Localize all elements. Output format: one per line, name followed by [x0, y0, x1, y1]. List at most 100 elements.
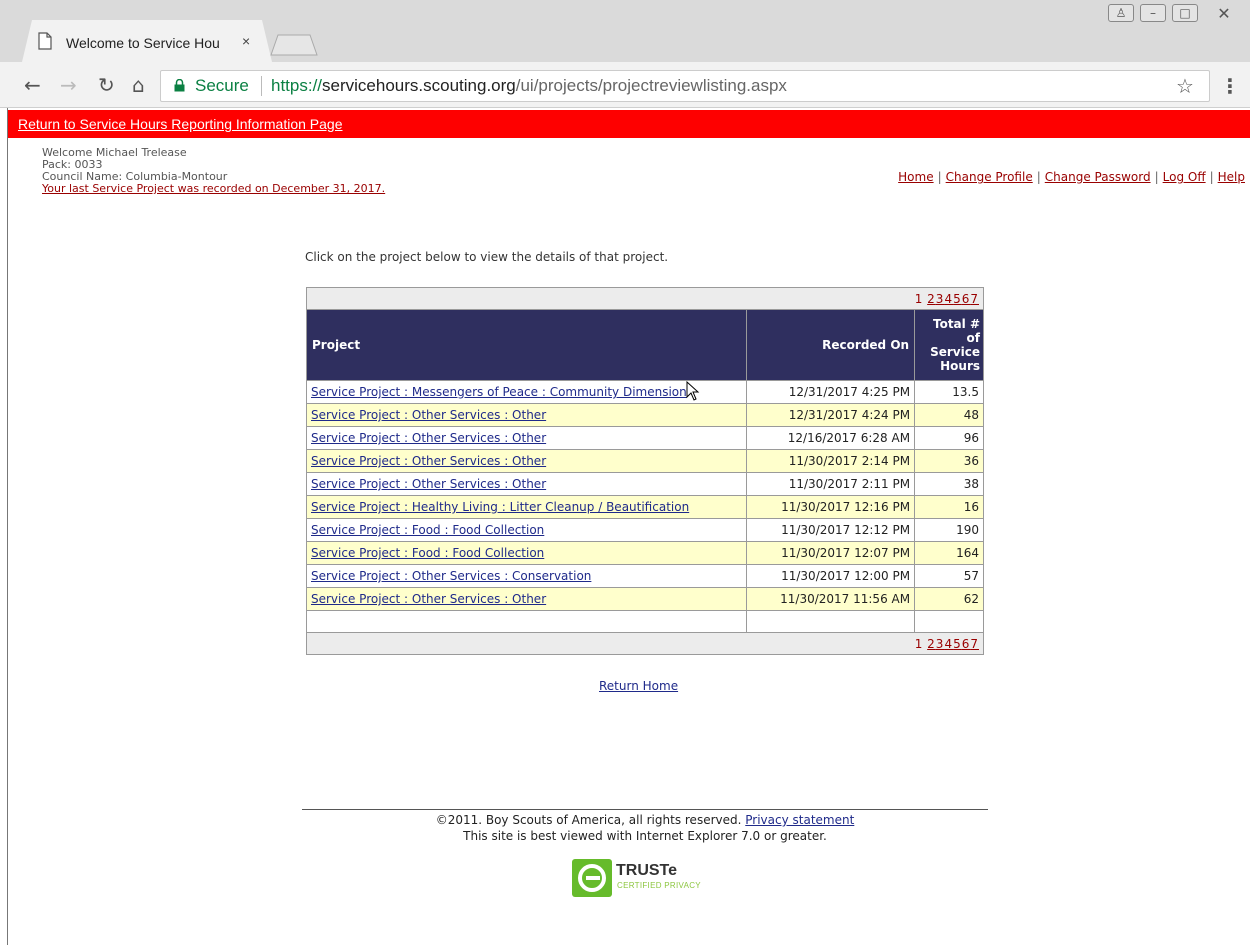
last-recorded-link[interactable]: Your last Service Project was recorded o… [42, 183, 385, 195]
pager-current: 1 [914, 291, 924, 306]
blank-cell [745, 610, 916, 633]
forward-icon[interactable]: → [60, 74, 77, 96]
url-text[interactable]: https://servicehours.scouting.org/ui/pro… [271, 76, 787, 96]
recorded-on-column-header: Recorded On [745, 309, 916, 381]
change-password-link[interactable]: Change Password [1045, 170, 1151, 184]
project-cell: Service Project : Other Services : Other [306, 426, 747, 450]
profile-icon[interactable]: ♙ [1108, 4, 1134, 22]
pager-bottom: 1 234567 [306, 632, 984, 655]
pager-link[interactable]: 2 [927, 637, 936, 651]
pager-current: 1 [914, 636, 924, 651]
truste-sub: CERTIFIED PRIVACY [617, 881, 701, 890]
recorded-on-cell: 11/30/2017 12:12 PM [745, 518, 916, 542]
project-link[interactable]: Service Project : Messengers of Peace : … [311, 385, 687, 399]
project-link[interactable]: Service Project : Other Services : Other [311, 431, 546, 445]
table-row: Service Project : Other Services : Other… [306, 426, 984, 450]
project-link[interactable]: Service Project : Healthy Living : Litte… [311, 500, 689, 514]
close-window-icon[interactable]: ✕ [1204, 4, 1244, 23]
recorded-on-cell: 11/30/2017 2:14 PM [745, 449, 916, 473]
table-row: Service Project : Other Services : Other… [306, 403, 984, 427]
recorded-on-cell: 12/31/2017 4:25 PM [745, 380, 916, 404]
pager-link[interactable]: 4 [944, 292, 953, 306]
project-cell: Service Project : Other Services : Other [306, 472, 747, 496]
pager-cell: 1 234567 [306, 287, 984, 310]
hours-cell: 62 [914, 587, 984, 611]
change-profile-link[interactable]: Change Profile [946, 170, 1033, 184]
project-cell: Service Project : Healthy Living : Litte… [306, 495, 747, 519]
intro-text: Click on the project below to view the d… [305, 250, 669, 264]
hours-cell: 57 [914, 564, 984, 588]
url-scheme: https:// [271, 76, 323, 95]
table-blank-row [306, 610, 984, 633]
project-cell: Service Project : Food : Food Collection [306, 518, 747, 542]
hours-cell: 164 [914, 541, 984, 565]
back-icon[interactable]: ← [24, 74, 41, 96]
home-link[interactable]: Home [898, 170, 933, 184]
hours-cell: 13.5 [914, 380, 984, 404]
pager-link[interactable]: 5 [953, 292, 962, 306]
truste-name: TRUSTe [616, 862, 678, 879]
pager-link[interactable]: 7 [970, 292, 979, 306]
project-link[interactable]: Service Project : Other Services : Other [311, 592, 546, 606]
privacy-statement-link[interactable]: Privacy statement [745, 813, 854, 827]
copyright-text: ©2011. Boy Scouts of America, all rights… [435, 813, 742, 827]
recorded-on-cell: 12/16/2017 6:28 AM [745, 426, 916, 450]
table-row: Service Project : Other Services : Conse… [306, 564, 984, 588]
truste-logo-icon [572, 859, 612, 897]
hours-header-line: of [966, 331, 980, 345]
table-row: Service Project : Food : Food Collection… [306, 541, 984, 565]
return-reporting-info-link[interactable]: Return to Service Hours Reporting Inform… [18, 116, 343, 132]
table-row: Service Project : Healthy Living : Litte… [306, 495, 984, 519]
hours-header-line: Service [930, 345, 980, 359]
minimize-icon[interactable]: – [1140, 4, 1166, 22]
menu-icon[interactable]: ⋮ [1220, 74, 1240, 98]
table-row: Service Project : Messengers of Peace : … [306, 380, 984, 404]
tab-close-icon[interactable]: × [242, 33, 250, 49]
new-tab-button[interactable] [270, 34, 318, 56]
top-links: Home | Change Profile | Change Password | Log … [898, 170, 1245, 184]
table-body: Service Project : Messengers of Peace : … [306, 380, 984, 611]
mouse-cursor-icon [686, 381, 700, 401]
pager-link[interactable]: 2 [927, 292, 936, 306]
pager-cell: 1 234567 [306, 632, 984, 655]
project-link[interactable]: Service Project : Other Services : Other [311, 454, 546, 468]
home-icon[interactable]: ⌂ [132, 74, 145, 96]
hours-header-line: Total # [932, 317, 980, 331]
table-header: Project Recorded On Total # of Service H… [306, 309, 984, 381]
project-link[interactable]: Service Project : Other Services : Conse… [311, 569, 591, 583]
window-controls: ♙ – □ ✕ [1108, 4, 1244, 23]
truste-badge[interactable]: TRUSTe CERTIFIED PRIVACY [572, 859, 714, 899]
project-link[interactable]: Service Project : Other Services : Other [311, 408, 546, 422]
table-row: Service Project : Other Services : Other… [306, 587, 984, 611]
hours-header-line: Hours [940, 359, 980, 373]
project-column-header: Project [306, 309, 747, 381]
project-cell: Service Project : Other Services : Other [306, 403, 747, 427]
return-home-link[interactable]: Return Home [599, 679, 678, 693]
hours-cell: 36 [914, 449, 984, 473]
recorded-on-cell: 11/30/2017 12:00 PM [745, 564, 916, 588]
blank-cell [914, 610, 984, 633]
recorded-on-cell: 11/30/2017 2:11 PM [745, 472, 916, 496]
project-link[interactable]: Service Project : Food : Food Collection [311, 523, 544, 537]
project-link[interactable]: Service Project : Food : Food Collection [311, 546, 544, 560]
tab-title: Welcome to Service Hou [66, 35, 220, 51]
pager-link[interactable]: 4 [944, 637, 953, 651]
url-path: /ui/projects/projectreviewlisting.aspx [515, 76, 787, 95]
hours-column-header: Total # of Service Hours [914, 309, 984, 381]
reload-icon[interactable]: ↻ [98, 74, 115, 96]
hours-cell: 190 [914, 518, 984, 542]
separator: | [1209, 170, 1214, 184]
help-link[interactable]: Help [1218, 170, 1245, 184]
star-icon[interactable]: ☆ [1176, 74, 1194, 98]
user-info: Welcome Michael Trelease Pack: 0033 Coun… [42, 147, 385, 195]
hours-cell: 38 [914, 472, 984, 496]
project-link[interactable]: Service Project : Other Services : Other [311, 477, 546, 491]
project-cell: Service Project : Food : Food Collection [306, 541, 747, 565]
lock-icon [174, 79, 185, 92]
pager-link[interactable]: 5 [953, 637, 962, 651]
separator: | [1036, 170, 1041, 184]
maximize-icon[interactable]: □ [1172, 4, 1198, 22]
recorded-on-cell: 11/30/2017 11:56 AM [745, 587, 916, 611]
pager-link[interactable]: 7 [970, 637, 979, 651]
log-off-link[interactable]: Log Off [1163, 170, 1206, 184]
